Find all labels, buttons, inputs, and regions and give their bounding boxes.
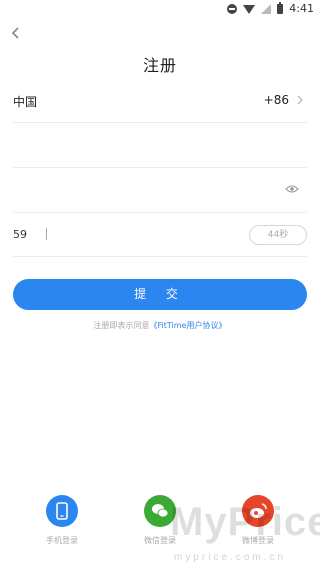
phone-login-option[interactable]: 手机登录 <box>32 495 92 546</box>
phone-field[interactable] <box>13 123 307 168</box>
status-bar: 4:41 <box>0 0 320 18</box>
phone-icon <box>46 495 78 527</box>
status-time: 4:41 <box>289 2 314 15</box>
user-agreement-link[interactable]: 《FitTime用户协议》 <box>150 321 227 330</box>
verification-code-value: 59 <box>13 228 27 241</box>
text-cursor <box>46 228 47 240</box>
watermark-subtext: myprice.com.cn <box>174 552 287 563</box>
agreement-prefix: 注册即表示同意 <box>93 321 150 330</box>
battery-icon <box>277 1 284 14</box>
do-not-disturb-icon <box>227 3 238 14</box>
chevron-right-icon <box>297 95 303 105</box>
signal-icon <box>261 3 272 14</box>
verification-code-field[interactable]: 59 44秒 <box>13 213 307 257</box>
password-field[interactable] <box>13 168 307 213</box>
back-button[interactable] <box>9 26 23 40</box>
country-selector[interactable]: 中国 +86 <box>13 82 307 123</box>
phone-login-label: 手机登录 <box>46 536 78 545</box>
resend-countdown-button[interactable]: 44秒 <box>249 225 307 245</box>
country-name: 中国 <box>13 95 38 109</box>
agreement-text: 注册即表示同意《FitTime用户协议》 <box>0 320 320 331</box>
submit-button[interactable]: 提 交 <box>13 279 307 310</box>
eye-icon[interactable] <box>285 184 299 194</box>
page-title: 注册 <box>142 56 177 75</box>
chevron-left-icon <box>11 27 19 39</box>
watermark: MyPrice <box>170 500 320 544</box>
country-code: +86 <box>263 93 289 107</box>
wifi-icon <box>243 5 256 14</box>
